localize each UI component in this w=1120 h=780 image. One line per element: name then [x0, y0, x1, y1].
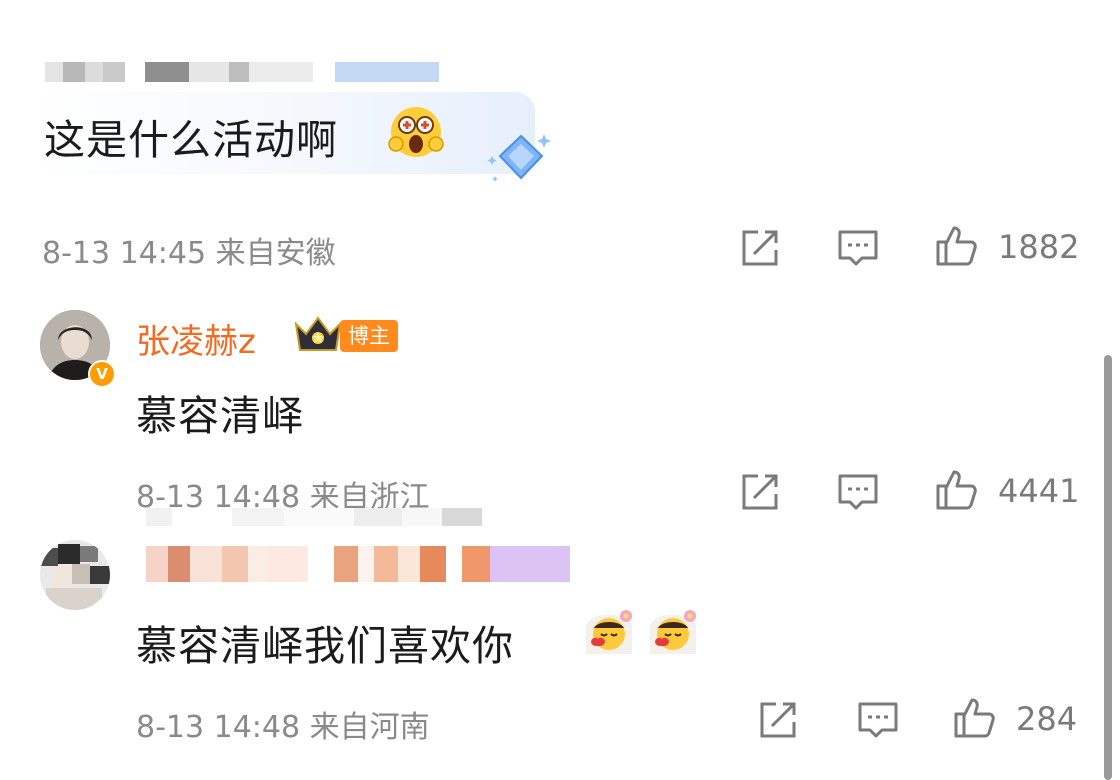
commenter-name-blurred[interactable]: [146, 546, 570, 582]
blurred-strip: [146, 508, 482, 526]
thumbs-up-icon[interactable]: [952, 696, 996, 740]
comment-location: 来自河南: [309, 710, 430, 745]
scrollbar[interactable]: [1104, 355, 1112, 780]
comment-icon[interactable]: [836, 470, 880, 514]
like-count: 4441: [998, 472, 1080, 510]
comment-location: 来自安徽: [215, 236, 336, 271]
blogger-badge: 博主: [340, 320, 398, 352]
avatar[interactable]: [40, 540, 110, 610]
diamond-icon: [487, 134, 551, 182]
comment-icon[interactable]: [836, 226, 880, 270]
like-count: 1882: [998, 228, 1080, 266]
comment-text: 慕容清峄我们喜欢你: [136, 622, 514, 670]
thumbs-up-icon[interactable]: [934, 468, 978, 512]
comment-meta: 8-13 14:48 来自河南: [136, 702, 430, 746]
share-icon[interactable]: [738, 226, 782, 270]
verified-badge: V: [88, 360, 116, 388]
veil-heart-emoji-icon: [650, 610, 696, 654]
veil-heart-emoji-icon: [586, 610, 632, 654]
astonished-emoji-icon: [388, 107, 444, 157]
thumbs-up-icon[interactable]: [934, 224, 978, 268]
comment-meta: 8-13 14:45 来自安徽: [42, 228, 336, 272]
comment-date: 8-13 14:48: [136, 710, 301, 745]
comment-text: 慕容清峄: [136, 392, 304, 440]
comment-date: 8-13 14:45: [42, 236, 207, 271]
crown-icon: [294, 316, 342, 351]
like-count: 284: [1016, 700, 1078, 738]
share-icon[interactable]: [738, 470, 782, 514]
comment-icon[interactable]: [856, 698, 900, 742]
commenter-name-blurred[interactable]: [45, 62, 439, 82]
share-icon[interactable]: [756, 698, 800, 742]
comment-text: 这是什么活动啊: [44, 116, 338, 164]
author-name[interactable]: 张凌赫z: [136, 314, 256, 363]
